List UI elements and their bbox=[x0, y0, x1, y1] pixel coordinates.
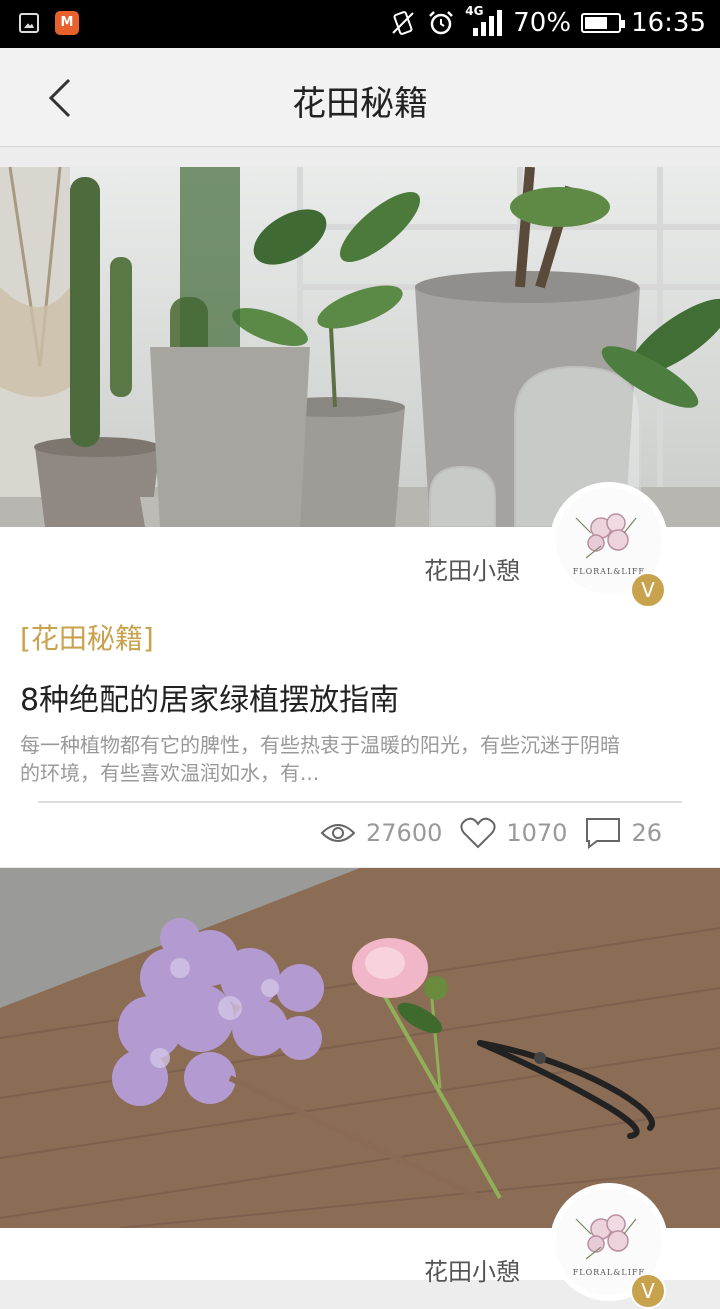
article-card[interactable]: 花田小憩 FLORAL&LIFE V [花田秘籍] 8种绝配的居家绿植摆放指南 … bbox=[0, 167, 720, 867]
views-count: 27600 bbox=[366, 819, 443, 847]
verified-badge: V bbox=[630, 1273, 666, 1309]
divider bbox=[38, 801, 682, 803]
mv-app-icon: M bbox=[54, 10, 80, 36]
article-card[interactable]: 花田小憩 FLORAL&LIFE V bbox=[0, 868, 720, 1309]
article-stats: 27600 1070 26 bbox=[320, 817, 662, 849]
battery-percent: 70% bbox=[513, 8, 572, 38]
potted-cactus-plants-photo bbox=[0, 167, 720, 527]
battery-icon bbox=[581, 13, 626, 33]
clock: 16:35 bbox=[631, 8, 706, 38]
article-title[interactable]: 8种绝配的居家绿植摆放指南 bbox=[20, 675, 399, 719]
article-cover-image[interactable] bbox=[0, 868, 720, 1228]
lilac-peony-shears-photo bbox=[0, 868, 720, 1228]
vibrate-icon bbox=[392, 11, 414, 35]
nav-bar: 花田秘籍 bbox=[0, 48, 720, 147]
heart-icon bbox=[460, 817, 496, 849]
comment-icon bbox=[586, 818, 621, 849]
gallery-icon bbox=[16, 10, 42, 36]
author-name[interactable]: 花田小憩 bbox=[424, 551, 520, 586]
eye-icon bbox=[320, 824, 356, 842]
status-bar: M 4G 70% 16:35 bbox=[0, 0, 720, 48]
article-cover-image[interactable] bbox=[0, 167, 720, 527]
article-tag[interactable]: [花田秘籍] bbox=[20, 617, 154, 657]
author-avatar[interactable]: FLORAL&LIFE V bbox=[550, 482, 668, 608]
comment-button[interactable]: 26 bbox=[585, 817, 662, 849]
likes-count: 1070 bbox=[506, 819, 568, 847]
views-stat: 27600 bbox=[320, 819, 442, 847]
comments-count: 26 bbox=[631, 819, 662, 847]
page-title: 花田秘籍 bbox=[292, 84, 428, 124]
article-summary[interactable]: 每一种植物都有它的脾性，有些热衷于温暖的阳光，有些沉迷于阴暗的环境，有些喜欢温润… bbox=[20, 731, 630, 787]
author-avatar[interactable]: FLORAL&LIFE V bbox=[550, 1183, 668, 1309]
alarm-icon bbox=[429, 11, 454, 35]
signal-icon: 4G bbox=[465, 4, 503, 38]
author-name[interactable]: 花田小憩 bbox=[424, 1252, 520, 1287]
like-button[interactable]: 1070 bbox=[460, 817, 567, 849]
verified-badge: V bbox=[630, 572, 666, 608]
